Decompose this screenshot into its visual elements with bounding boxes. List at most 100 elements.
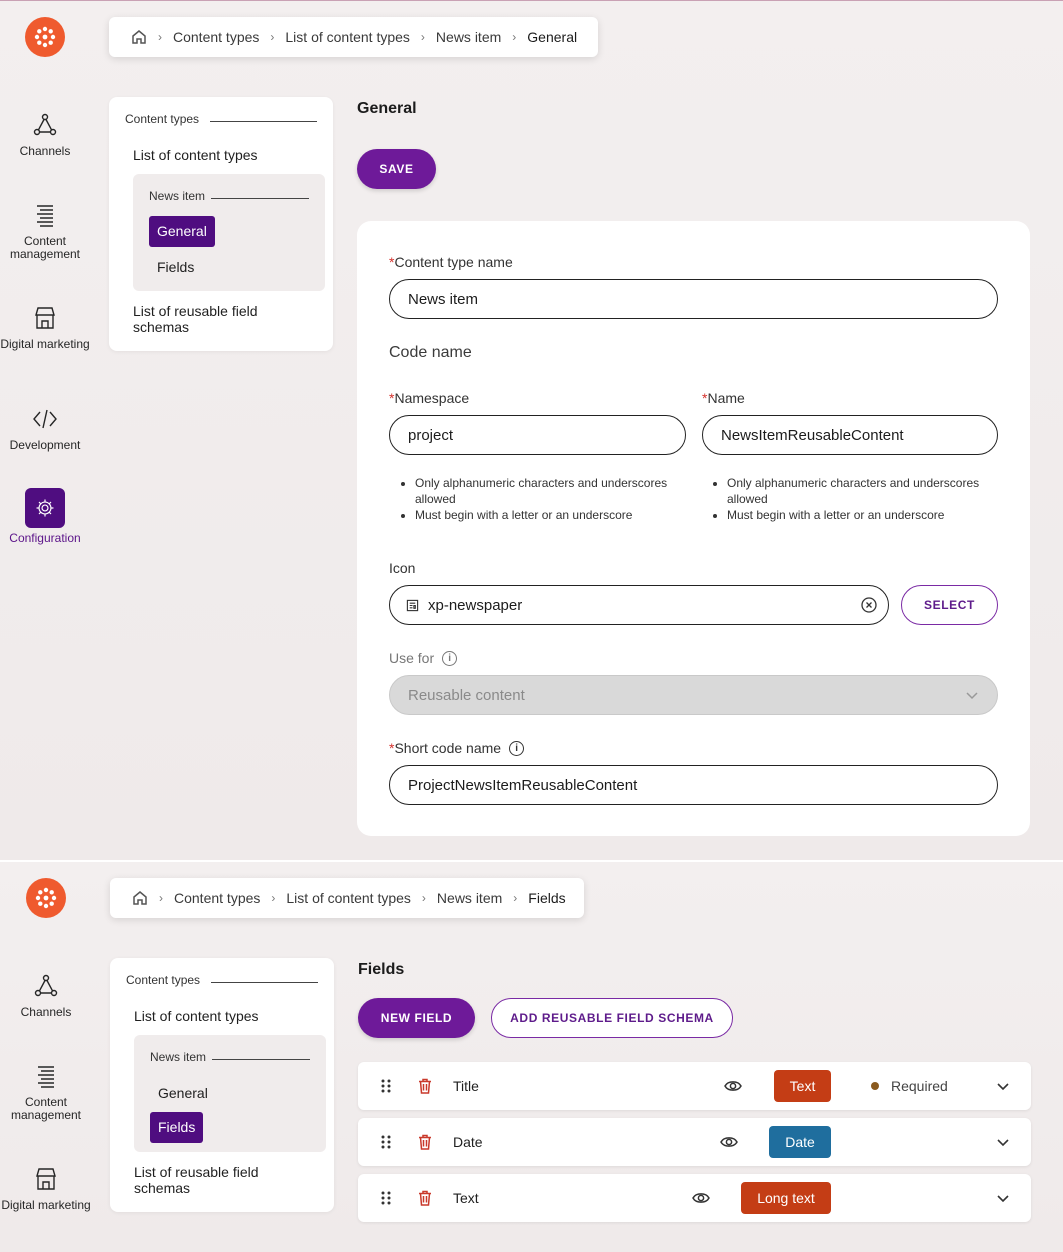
home-icon[interactable] (132, 890, 148, 906)
store-icon (35, 307, 55, 329)
clear-icon[interactable] (861, 597, 877, 613)
icon-value: xp-newspaper (428, 596, 523, 614)
nav-channels[interactable]: Channels (1, 972, 91, 1019)
info-icon[interactable]: i (509, 740, 525, 756)
nav-configuration-label: Configuration (9, 531, 81, 545)
general-form-card: *Content type name News item Code name *… (357, 221, 1030, 836)
hint-item: Only alphanumeric characters and undersc… (415, 475, 693, 507)
app-logo[interactable] (25, 17, 65, 57)
logo-icon (35, 887, 57, 909)
info-icon[interactable]: i (442, 650, 458, 666)
chevron-right-icon: › (513, 891, 518, 905)
chevron-down-icon (966, 692, 978, 700)
field-name: Title (453, 1078, 479, 1094)
nav-content-management[interactable]: Content management (0, 201, 90, 261)
breadcrumb-item[interactable]: List of content types (285, 29, 410, 45)
chevron-right-icon: › (271, 891, 276, 905)
home-icon[interactable] (131, 29, 147, 45)
drag-handle-icon[interactable] (380, 1174, 392, 1222)
use-for-value: Reusable content (408, 686, 525, 704)
name-hint: Only alphanumeric characters and undersc… (705, 475, 1005, 523)
tree-subgroup: News item General Fields (133, 174, 325, 291)
chevron-down-icon[interactable] (995, 1118, 1011, 1166)
content-management-icon (38, 1066, 54, 1088)
nav-channels-label: Channels (19, 144, 71, 158)
chevron-down-icon[interactable] (995, 1062, 1011, 1110)
field-type-badge: Text (774, 1070, 831, 1102)
required-dot (871, 1082, 879, 1090)
nav-channels-label: Channels (20, 1005, 72, 1019)
nav-configuration[interactable]: Configuration (0, 488, 90, 545)
hint-item: Only alphanumeric characters and undersc… (727, 475, 1005, 507)
field-type-badge: Long text (741, 1182, 831, 1214)
page-title: General (357, 100, 417, 117)
tree-item-fields[interactable]: Fields (157, 259, 194, 275)
namespace-hint: Only alphanumeric characters and undersc… (393, 475, 693, 523)
tree-item-general[interactable]: General (149, 216, 215, 247)
chevron-right-icon: › (158, 30, 162, 44)
tree-item-general[interactable]: General (158, 1085, 208, 1101)
nav-digital-marketing[interactable]: Digital marketing (1, 1165, 91, 1212)
trash-icon[interactable] (418, 1118, 432, 1166)
content-management-icon (37, 205, 53, 227)
field-row[interactable]: Title Text Required (358, 1062, 1031, 1110)
add-reusable-field-schema-button[interactable]: ADD REUSABLE FIELD SCHEMA (491, 998, 733, 1038)
nav-development[interactable]: Development (0, 405, 90, 452)
gear-icon (36, 499, 54, 517)
breadcrumb: › Content types › List of content types … (109, 17, 598, 57)
chevron-down-icon[interactable] (995, 1174, 1011, 1222)
namespace-input[interactable]: project (389, 415, 686, 455)
trash-icon[interactable] (418, 1174, 432, 1222)
code-name-heading: Code name (389, 344, 472, 361)
content-type-tree: Content types List of content types News… (109, 97, 333, 351)
chevron-right-icon: › (421, 891, 426, 905)
nav-digital-marketing[interactable]: Digital marketing (0, 304, 90, 351)
breadcrumb-item[interactable]: News item (436, 29, 501, 45)
nav-development-label: Development (9, 438, 81, 452)
trash-icon[interactable] (418, 1062, 432, 1110)
tree-group-label: Content types (125, 112, 200, 126)
namespace-label: *Namespace (389, 390, 470, 406)
new-field-button[interactable]: NEW FIELD (358, 998, 475, 1038)
short-code-name-label: * Short code name i (389, 740, 525, 756)
nav-channels[interactable]: Channels (0, 111, 90, 158)
field-row[interactable]: Date Date (358, 1118, 1031, 1166)
nav-content-management-label: Content management (9, 234, 81, 261)
field-row[interactable]: Text Long text (358, 1174, 1031, 1222)
hint-item: Must begin with a letter or an underscor… (415, 507, 693, 523)
tree-item-reusable-field-schemas[interactable]: List of reusable field schemas (134, 1164, 284, 1196)
breadcrumb-item[interactable]: List of content types (286, 890, 411, 906)
chevron-right-icon: › (512, 30, 517, 44)
icon-label: Icon (389, 560, 416, 576)
breadcrumb-current: General (527, 29, 578, 45)
tree-item-list-of-content-types[interactable]: List of content types (133, 147, 258, 163)
tree-item-reusable-field-schemas[interactable]: List of reusable field schemas (133, 303, 283, 335)
tree-group-label: Content types (126, 973, 201, 987)
tree-item-fields[interactable]: Fields (150, 1112, 204, 1143)
select-icon-button[interactable]: SELECT (901, 585, 998, 625)
tree-subgroup-label: News item (149, 189, 206, 203)
use-for-label: Use for i (389, 650, 458, 666)
drag-handle-icon[interactable] (380, 1062, 392, 1110)
short-code-name-input[interactable]: ProjectNewsItemReusableContent (389, 765, 998, 805)
content-type-name-input[interactable]: News item (389, 279, 998, 319)
nav-content-management[interactable]: Content management (1, 1062, 91, 1122)
required-indicator: Required (871, 1062, 948, 1110)
breadcrumb-item[interactable]: News item (437, 890, 502, 906)
app-logo[interactable] (26, 878, 66, 918)
eye-icon[interactable] (692, 1174, 710, 1222)
tree-item-list-of-content-types[interactable]: List of content types (134, 1008, 259, 1024)
fields-screen: Channels Content management Digital mark… (0, 862, 1063, 1252)
save-button[interactable]: SAVE (357, 149, 436, 189)
icon-input[interactable]: xp-newspaper (389, 585, 889, 625)
chevron-right-icon: › (159, 891, 163, 905)
eye-icon[interactable] (720, 1118, 738, 1166)
breadcrumb-item[interactable]: Content types (174, 890, 260, 906)
store-icon (36, 1168, 56, 1190)
drag-handle-icon[interactable] (380, 1118, 392, 1166)
name-input[interactable]: NewsItemReusableContent (702, 415, 998, 455)
chevron-right-icon: › (420, 30, 425, 44)
breadcrumb-item[interactable]: Content types (173, 29, 259, 45)
newspaper-icon (406, 599, 419, 611)
eye-icon[interactable] (724, 1062, 742, 1110)
